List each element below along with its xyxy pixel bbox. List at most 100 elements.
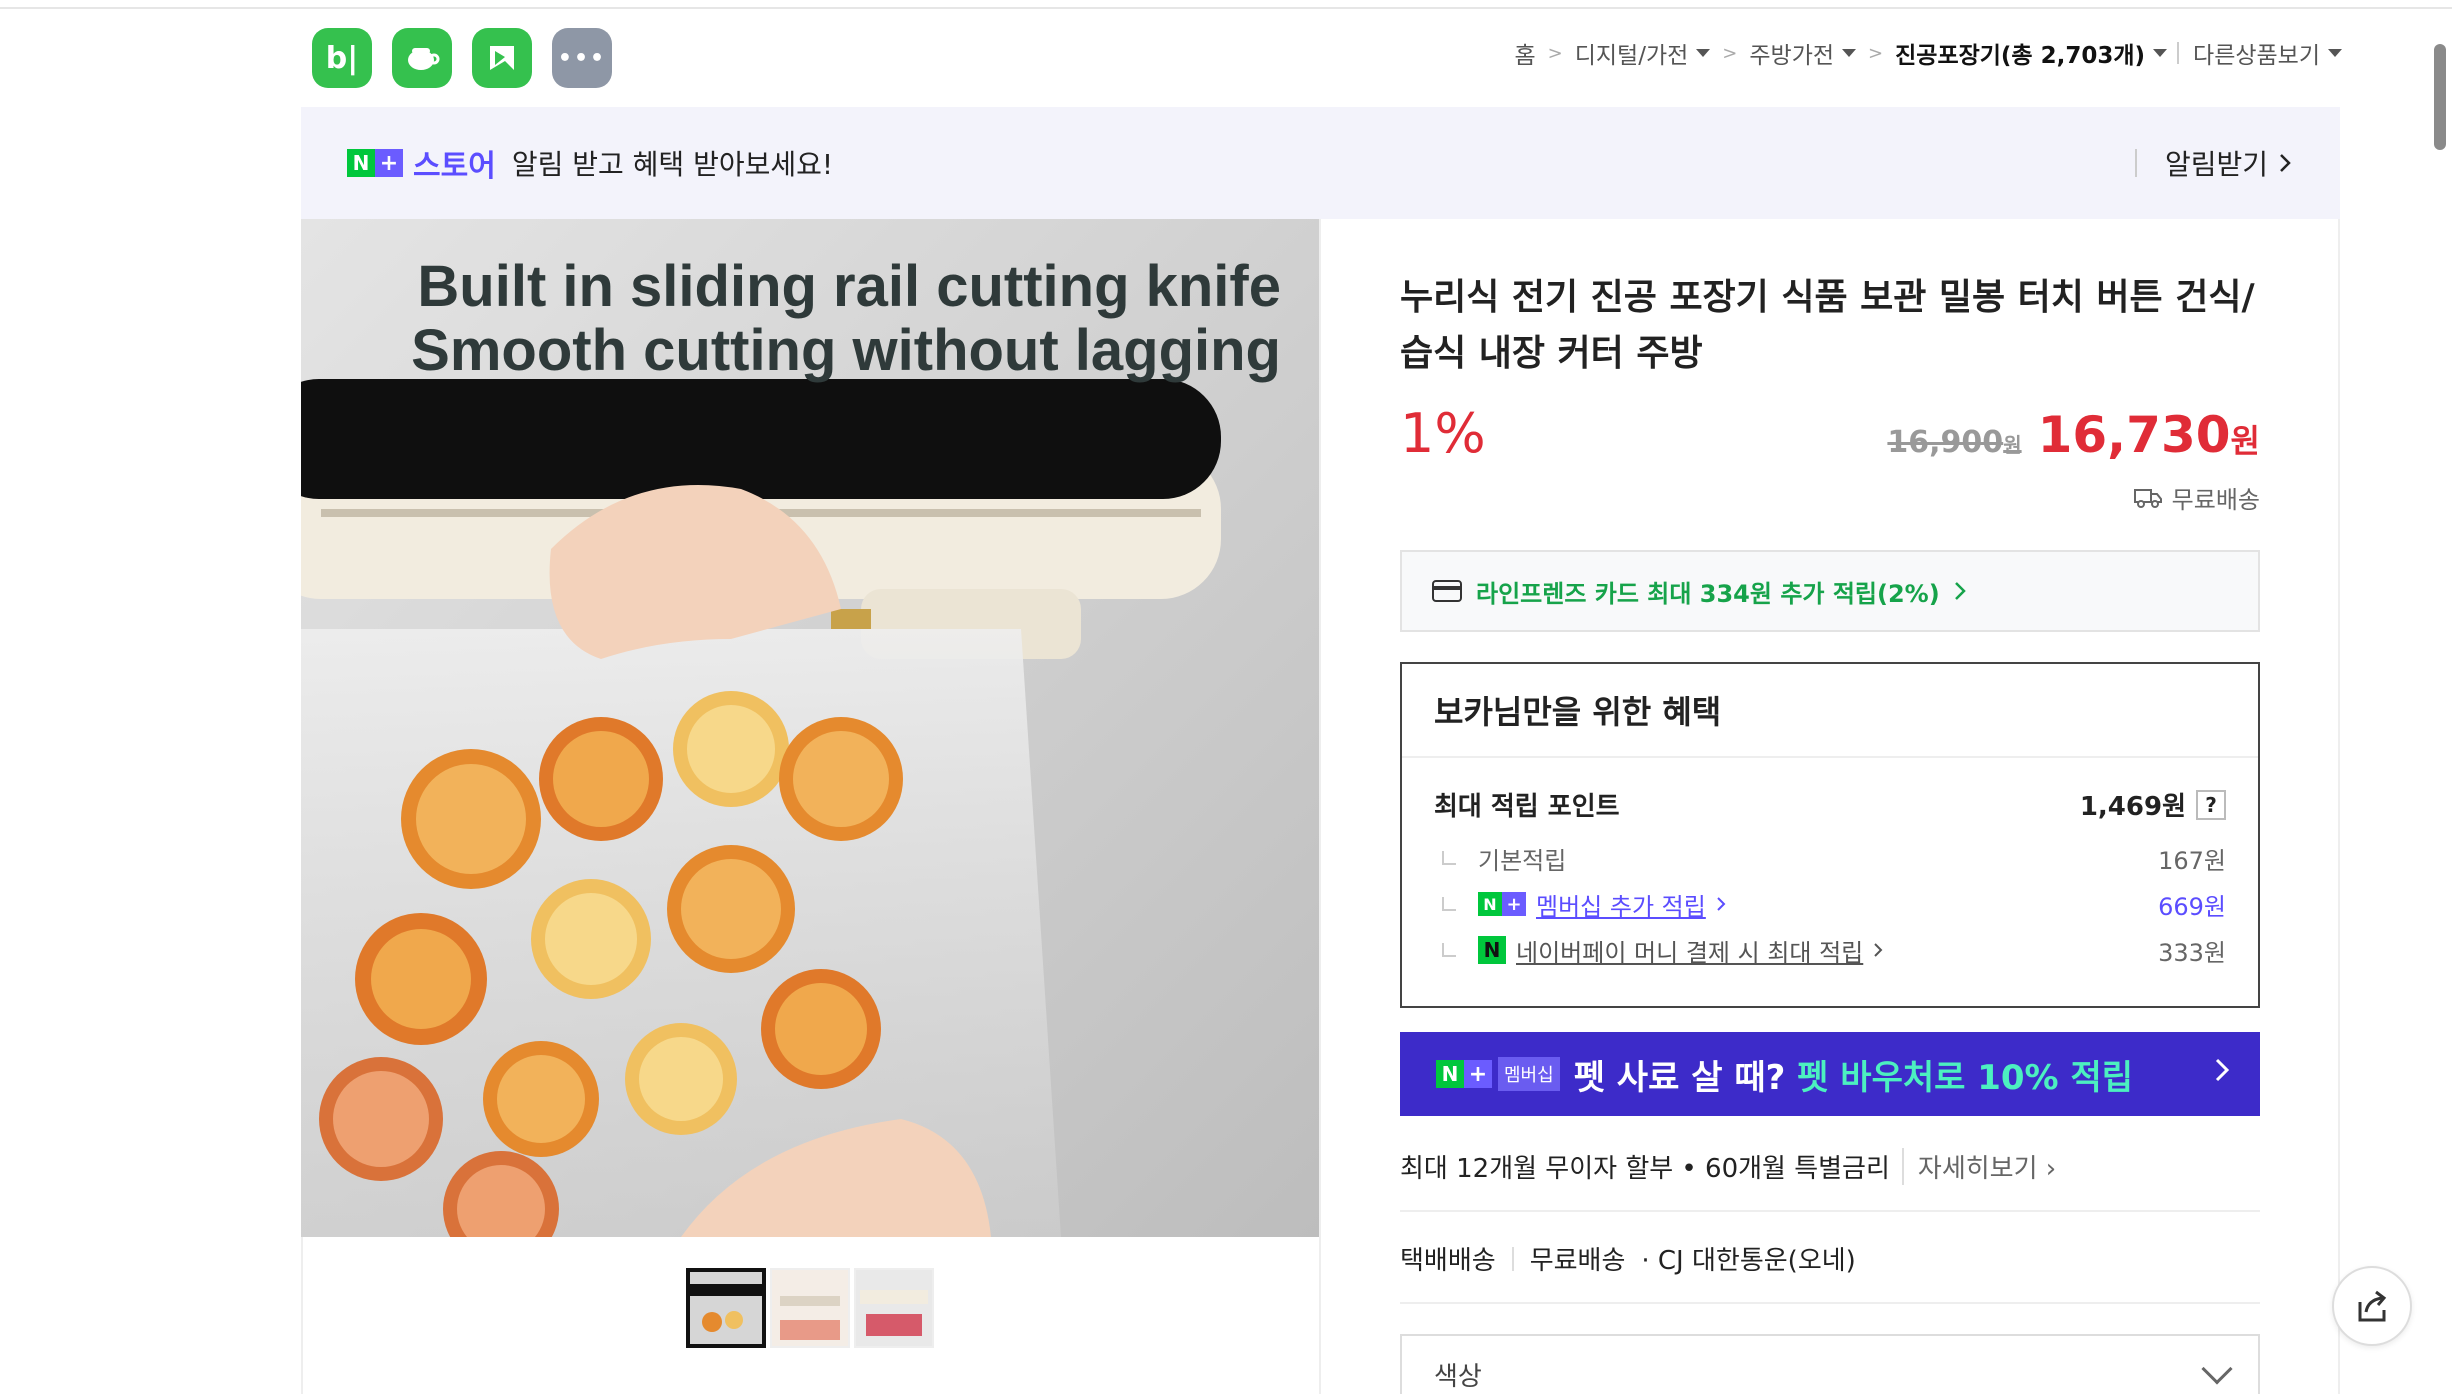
original-price: 16,900원: [1887, 425, 2021, 460]
service-icons: b| •••: [312, 28, 612, 88]
breadcrumb-vacuum[interactable]: 진공포장기(총 2,703개): [1895, 36, 2168, 70]
share-button[interactable]: [2332, 1266, 2412, 1346]
npay-icon: N: [1478, 936, 1506, 964]
basic-points-value: 167원: [2158, 846, 2226, 875]
tree-connector: [1442, 897, 1456, 911]
installment-detail-label: 자세히보기: [1917, 1154, 2038, 1184]
installment-info: 최대 12개월 무이자 할부 • 60개월 특별금리 자세히보기 ›: [1400, 1148, 2056, 1185]
nplus-icon: N +: [1436, 1059, 1492, 1089]
delivery-divider: [1511, 1246, 1514, 1271]
basic-points-row: 기본적립 167원: [1402, 835, 2258, 881]
membership-tag: 멤버십: [1498, 1057, 1560, 1091]
npay-points-link[interactable]: 네이버페이 머니 결제 시 최대 적립: [1516, 933, 1863, 968]
price-group: 16,900원 16,730원: [1887, 406, 2260, 464]
color-option-select[interactable]: 색상: [1400, 1334, 2260, 1394]
membership-points-value: 669원: [2158, 892, 2226, 921]
product-main-image[interactable]: Built in sliding rail cutting knife Smoo…: [301, 219, 1319, 1237]
membership-points-link[interactable]: 멤버십 추가 적립: [1536, 887, 1706, 922]
shipping-label: 무료배송: [2171, 486, 2260, 514]
chevron-right-icon: [1717, 897, 1726, 911]
blog-icon-label: b|: [325, 40, 359, 76]
product-title: 누리식 전기 진공 포장기 식품 보관 밀봉 터치 버튼 건식/습식 내장 커터…: [1400, 277, 2255, 374]
original-price-value: 16,900: [1887, 425, 2004, 460]
chevron-down-icon: [2201, 1353, 2233, 1385]
breadcrumb-home[interactable]: 홈: [1514, 36, 1535, 70]
installment-detail-link[interactable]: 자세히보기 ›: [1901, 1148, 2056, 1185]
chevron-right-icon: [1954, 582, 1966, 600]
sale-price-unit: 원: [2230, 422, 2260, 460]
color-option-label: 색상: [1434, 1361, 1482, 1392]
column-divider: [1319, 219, 1321, 1394]
membership-promo-text: 펫 사료 살 때? 펫 바우처로 10% 적립: [1574, 1050, 2133, 1099]
original-price-unit: 원: [2003, 433, 2022, 457]
delivery-carrier: · CJ 대한통운(오네): [1641, 1246, 1856, 1276]
divider: [1400, 1210, 2260, 1212]
sale-price-value: 16,730: [2037, 406, 2231, 464]
benefit-box: 보카님만을 위한 혜택 최대 적립 포인트 1,469원 ? 기본적립 167원…: [1400, 662, 2260, 1008]
more-icon-label: •••: [557, 45, 607, 71]
image-caption-line1: Built in sliding rail cutting knife: [417, 254, 1281, 319]
chevron-right-icon: [1874, 943, 1883, 957]
benefit-title: 보카님만을 위한 혜택: [1402, 664, 2258, 758]
card-offer-text: 라인프렌즈 카드 최대 334원 추가 적립(2%): [1476, 579, 1940, 608]
thumbnail-1[interactable]: [686, 1268, 766, 1348]
breadcrumb-home-label: 홈: [1514, 43, 1536, 69]
npay-points-row: N 네이버페이 머니 결제 시 최대 적립 333원: [1402, 927, 2258, 973]
other-products-button[interactable]: 다른상품보기: [2193, 36, 2342, 70]
breadcrumb-kitchen-label: 주방가전: [1749, 43, 1835, 69]
caret-down-icon: [1696, 49, 1711, 57]
installment-text: 최대 12개월 무이자 할부 • 60개월 특별금리: [1400, 1154, 1890, 1184]
breadcrumb-vacuum-label: 진공포장기(총 2,703개): [1895, 43, 2146, 69]
chevron-right-icon: [2280, 154, 2291, 172]
shipping-info: 무료배송: [2133, 480, 2260, 515]
membership-points-row: N + 멤버십 추가 적립 669원: [1402, 881, 2258, 927]
membership-promo-highlight: 펫 바우처로 10% 적립: [1797, 1057, 2134, 1098]
max-points-row: 최대 적립 포인트 1,469원 ?: [1402, 758, 2258, 823]
breadcrumb-divider: [2177, 42, 2180, 64]
sale-price: 16,730원: [2038, 406, 2260, 464]
delivery-type: 택배배송: [1400, 1246, 1496, 1276]
card-offer-button[interactable]: 라인프렌즈 카드 최대 334원 추가 적립(2%): [1400, 550, 2260, 632]
chevron-right-icon: [2215, 1058, 2230, 1082]
product-info: 누리식 전기 진공 포장기 식품 보관 밀봉 터치 버튼 건식/습식 내장 커터…: [1400, 270, 2260, 1394]
basic-points-label: 기본적립: [1478, 846, 1567, 875]
other-products-label: 다른상품보기: [2193, 43, 2320, 69]
truck-icon: [2133, 488, 2162, 508]
breadcrumb-digital-label: 디지털/가전: [1574, 43, 1689, 69]
membership-promo-question: 펫 사료 살 때?: [1573, 1057, 1786, 1098]
delivery-fee: 무료배송: [1529, 1246, 1626, 1276]
breadcrumb-separator: >: [1722, 42, 1738, 64]
breadcrumb-kitchen[interactable]: 주방가전: [1749, 36, 1857, 70]
max-points-label: 최대 적립 포인트: [1434, 792, 1620, 822]
share-icon: [2358, 1290, 2387, 1322]
breadcrumb-separator: >: [1868, 42, 1884, 64]
help-icon[interactable]: ?: [2196, 789, 2226, 820]
store-message: 알림 받고 혜택 받아보세요!: [511, 148, 834, 181]
nplus-icon: N +: [1478, 889, 1526, 919]
more-icon[interactable]: •••: [552, 28, 612, 88]
thumbnail-3[interactable]: [854, 1268, 934, 1348]
max-points-value: 1,469원: [2079, 792, 2186, 822]
discount-rate: 1%: [1400, 402, 1486, 465]
breadcrumb-digital[interactable]: 디지털/가전: [1575, 36, 1711, 70]
nplus-icon: N +: [347, 148, 403, 178]
alarm-button[interactable]: 알림받기: [2134, 143, 2292, 183]
credit-card-icon: [1432, 580, 1462, 602]
kin-icon[interactable]: [472, 28, 532, 88]
blog-icon[interactable]: b|: [312, 28, 372, 88]
delivery-info: 택배배송 무료배송 · CJ 대한통운(오네): [1400, 1240, 1856, 1277]
image-caption-line2: Smooth cutting without lagging: [411, 318, 1281, 383]
cafe-icon[interactable]: [392, 28, 452, 88]
thumbnail-2[interactable]: [770, 1268, 850, 1348]
breadcrumb-separator: >: [1547, 42, 1563, 64]
alarm-label: 알림받기: [2164, 148, 2268, 181]
store-alarm-banner: N + 스토어 알림 받고 혜택 받아보세요! 알림받기: [301, 107, 2340, 219]
breadcrumb: 홈 > 디지털/가전 > 주방가전 > 진공포장기(총 2,703개) 다른상품…: [1514, 36, 2342, 70]
caret-down-icon: [2153, 49, 2168, 57]
thumbnail-strip: [686, 1268, 934, 1348]
membership-promo-banner[interactable]: N + 멤버십 펫 사료 살 때? 펫 바우처로 10% 적립: [1400, 1032, 2260, 1116]
browser-top-rule: [0, 0, 2452, 9]
scrollbar-thumb[interactable]: [2434, 44, 2446, 150]
price-row: 1% 16,900원 16,730원: [1400, 402, 2260, 482]
store-word: 스토어: [413, 149, 496, 184]
